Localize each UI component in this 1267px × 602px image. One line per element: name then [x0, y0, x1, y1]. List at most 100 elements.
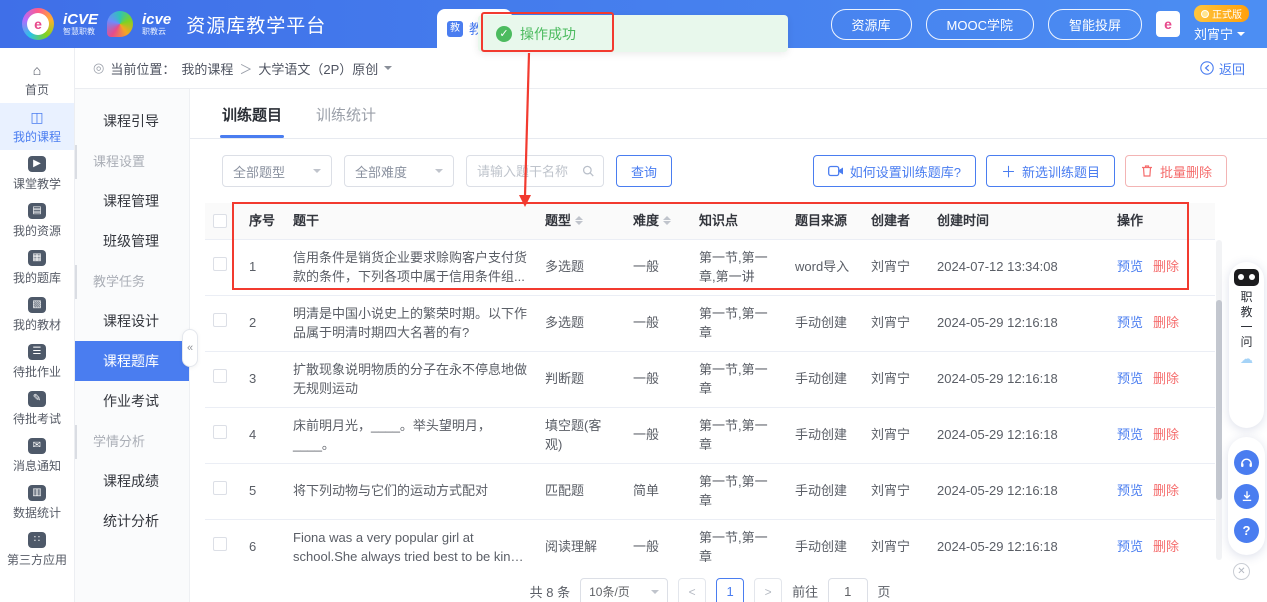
header-nav-button-0[interactable]: 资源库 [831, 9, 912, 40]
question-stem: 信用条件是销货企业要求赊购客户支付货款的条件，下列各项中属于信用条件组... [285, 240, 537, 295]
delete-link[interactable]: 删除 [1153, 425, 1179, 445]
tab-0[interactable]: 训练题目 [222, 104, 282, 138]
col-题目来源: 题目来源 [787, 203, 863, 239]
user-menu[interactable]: 刘宵宁 [1194, 24, 1245, 43]
table-row: 5 将下列动物与它们的运动方式配对 匹配题 简单 第一节,第一章 手动创建 刘宵… [205, 464, 1215, 520]
preview-link[interactable]: 预览 [1117, 313, 1143, 333]
zhijiao-yiwen-widget[interactable]: 职教一问 ☁ [1229, 262, 1264, 428]
collapse-menu-button[interactable]: « [182, 329, 198, 367]
header-nav: 资源库 MOOC学院 智能投屏 [831, 9, 1142, 40]
support-button[interactable] [1234, 450, 1259, 475]
course-menu-group-1: 课程设置 [75, 145, 189, 179]
ai-goggles-icon [1234, 269, 1259, 286]
sidebar-item-messages[interactable]: ✉ 消息通知 [0, 432, 74, 479]
add-questions-button[interactable]: ＋ 新选训练题目 [986, 155, 1115, 187]
question-stem: 床前明月光，____。举头望明月，____。 [285, 408, 537, 463]
preview-link[interactable]: 预览 [1117, 537, 1143, 557]
prev-page-button[interactable]: < [678, 578, 706, 602]
col-题型[interactable]: 题型 [537, 203, 625, 239]
breadcrumb-parent[interactable]: 我的课程 [181, 59, 233, 78]
col-难度[interactable]: 难度 [625, 203, 691, 239]
question-stem: 明清是中国小说史上的繁荣时期。以下作品属于明清时期四大名著的有? [285, 296, 537, 351]
preview-link[interactable]: 预览 [1117, 425, 1143, 445]
delete-link[interactable]: 删除 [1153, 481, 1179, 501]
course-menu-item-0[interactable]: 课程引导 [75, 101, 189, 141]
version-badge: 正式版 [1194, 5, 1249, 22]
sidebar-item-third-party-apps[interactable]: ∷ 第三方应用 [0, 526, 74, 573]
chevron-down-icon [435, 169, 443, 177]
sidebar-item-data-statistics[interactable]: ▥ 数据统计 [0, 479, 74, 526]
app-root: iCVE 智慧职教 icve 职教云 资源库教学平台 资源库 MOOC学院 智能… [0, 0, 1267, 602]
logo1-sub: 智慧职教 [63, 27, 98, 37]
question-difficulty: 一般 [625, 529, 691, 565]
question-difficulty: 一般 [625, 305, 691, 341]
course-menu-item-6[interactable]: 课程题库 [75, 341, 189, 381]
table-scrollbar[interactable] [1216, 300, 1222, 500]
back-arrow-icon [1200, 61, 1214, 75]
current-page[interactable]: 1 [716, 578, 744, 602]
sidebar-item-home[interactable]: ⌂ 首页 [0, 56, 74, 103]
sidebar-item-my-question-bank[interactable]: ▦ 我的题库 [0, 244, 74, 291]
third-party-apps-icon: ∷ [28, 532, 46, 548]
goto-page-input[interactable] [828, 578, 868, 602]
logo2-brand: icve [142, 12, 171, 27]
platform-title: 资源库教学平台 [186, 11, 326, 38]
row-checkbox[interactable] [213, 313, 227, 327]
tab-1[interactable]: 训练统计 [316, 104, 376, 138]
my-question-bank-icon: ▦ [28, 250, 46, 266]
sidebar-item-classroom-teaching[interactable]: ▶ 课堂教学 [0, 150, 74, 197]
question-type-select[interactable]: 全部题型 [222, 155, 332, 187]
delete-link[interactable]: 删除 [1153, 537, 1179, 557]
next-page-button[interactable]: > [754, 578, 782, 602]
help-button[interactable]: ? [1234, 518, 1259, 543]
sidebar-item-pending-homework[interactable]: ☰ 待批作业 [0, 338, 74, 385]
question-type: 匹配题 [537, 473, 625, 509]
delete-link[interactable]: 删除 [1153, 313, 1179, 333]
delete-link[interactable]: 删除 [1153, 369, 1179, 389]
close-floating-button[interactable]: ✕ [1233, 563, 1250, 580]
delete-link[interactable]: 删除 [1153, 257, 1179, 277]
sidebar-item-my-resources[interactable]: ▤ 我的资源 [0, 197, 74, 244]
row-checkbox[interactable] [213, 481, 227, 495]
course-menu-item-7[interactable]: 作业考试 [75, 381, 189, 421]
batch-delete-button[interactable]: 批量删除 [1125, 155, 1227, 187]
back-button[interactable]: 返回 [1200, 59, 1245, 78]
select-all-checkbox[interactable] [213, 214, 227, 228]
how-to-setup-button[interactable]: 如何设置训练题库? [813, 155, 976, 187]
preview-link[interactable]: 预览 [1117, 369, 1143, 389]
sidebar-item-pending-exams[interactable]: ✎ 待批考试 [0, 385, 74, 432]
my-courses-icon: ◫ [30, 109, 43, 125]
sort-icon[interactable] [575, 212, 583, 229]
search-icon [582, 164, 595, 178]
course-menu-item-5[interactable]: 课程设计 [75, 301, 189, 341]
breadcrumb-bar: ◎ 当前位置： 我的课程 ＞ 大学语文（2P）原创 返回 [75, 48, 1267, 89]
chevron-down-icon[interactable] [384, 66, 392, 74]
row-checkbox[interactable] [213, 257, 227, 271]
preview-link[interactable]: 预览 [1117, 257, 1143, 277]
breadcrumb-current[interactable]: 大学语文（2P）原创 [258, 59, 378, 78]
creator: 刘宵宁 [863, 529, 929, 565]
preview-link[interactable]: 预览 [1117, 481, 1143, 501]
sidebar-item-my-textbooks[interactable]: ▧ 我的教材 [0, 291, 74, 338]
row-checkbox[interactable] [213, 425, 227, 439]
course-menu-item-2[interactable]: 课程管理 [75, 181, 189, 221]
header-nav-button-2[interactable]: 智能投屏 [1048, 9, 1142, 40]
col-操作: 操作 [1109, 203, 1215, 239]
row-checkbox[interactable] [213, 369, 227, 383]
page-size-select[interactable]: 10条/页 [580, 578, 668, 602]
question-difficulty: 简单 [625, 473, 691, 509]
sort-icon[interactable] [663, 212, 671, 229]
course-menu-item-3[interactable]: 班级管理 [75, 221, 189, 261]
course-menu-item-10[interactable]: 统计分析 [75, 501, 189, 541]
difficulty-select[interactable]: 全部难度 [344, 155, 454, 187]
header-nav-button-1[interactable]: MOOC学院 [926, 9, 1034, 40]
sidebar-item-my-courses[interactable]: ◫ 我的课程 [0, 103, 74, 150]
search-input[interactable] [477, 164, 582, 179]
app-shortcut-icon[interactable]: e [1156, 11, 1180, 37]
row-checkbox[interactable] [213, 537, 227, 551]
data-statistics-icon: ▥ [28, 485, 46, 501]
toast-message: 操作成功 [520, 24, 576, 44]
search-button[interactable]: 查询 [616, 155, 672, 187]
download-button[interactable] [1234, 484, 1259, 509]
course-menu-item-9[interactable]: 课程成绩 [75, 461, 189, 501]
